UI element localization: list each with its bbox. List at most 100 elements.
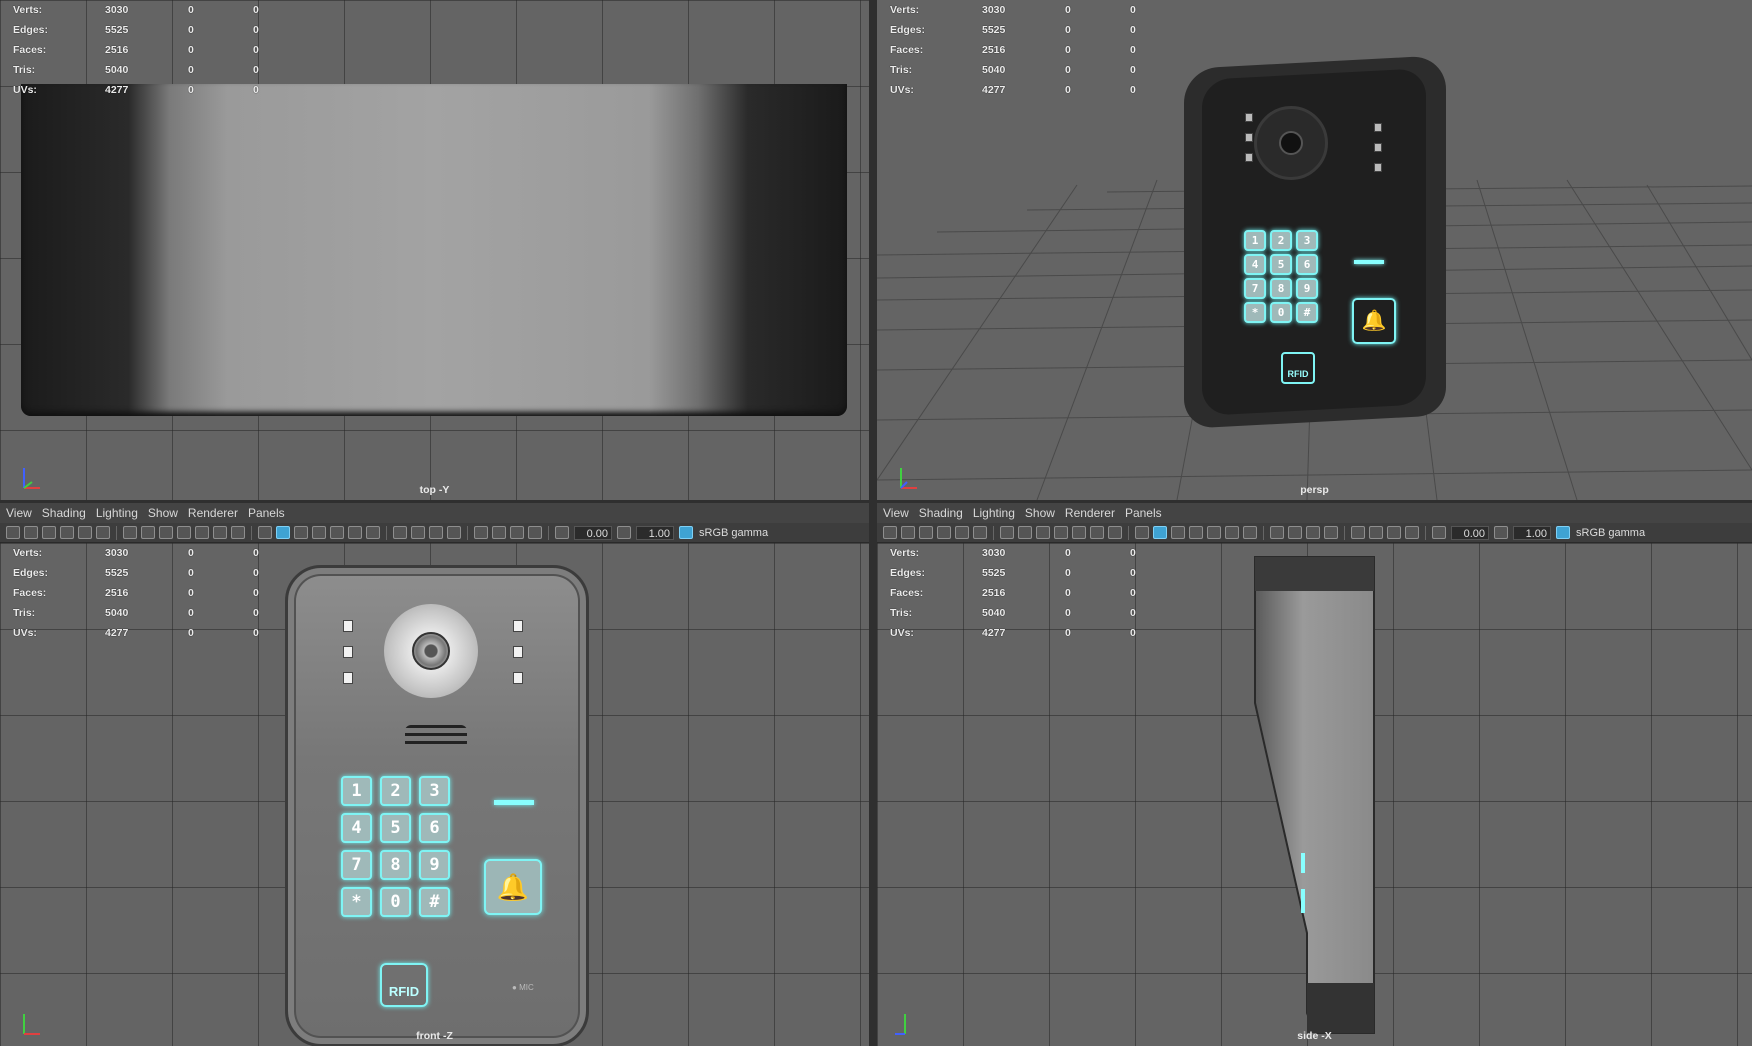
viewport-persp-canvas[interactable]: Verts: 3030 0 0 Edges: 5525 0 0 Faces: 2516 0 0 T… [877, 0, 1752, 500]
exposure-field[interactable]: 0.00 [574, 525, 612, 540]
film-gate-icon[interactable] [1018, 526, 1032, 539]
default-material-icon[interactable] [1171, 526, 1185, 539]
menu-renderer[interactable]: Renderer [188, 506, 248, 520]
keypad-key: 0 [1270, 302, 1292, 323]
menu-view[interactable]: View [6, 506, 42, 520]
ssao-icon[interactable] [1270, 526, 1284, 539]
xray-joints-icon[interactable] [1387, 526, 1401, 539]
panel-menubar: View Shading Lighting Show Renderer Pane… [0, 503, 869, 523]
field-chart-icon[interactable] [1072, 526, 1086, 539]
viewport-front-canvas[interactable]: Verts: 3030 0 0 Edges: 5525 0 0 Faces: 2516 0 0 T… [0, 543, 869, 1046]
gamma-field[interactable]: 1.00 [1513, 525, 1551, 540]
viewport-panel-top[interactable]: Verts: 3030 0 0 Edges: 5525 0 0 Faces: 2516 0 0 T… [0, 0, 869, 500]
smooth-shade-icon[interactable] [276, 526, 290, 539]
textured-icon[interactable] [330, 526, 344, 539]
dof-icon[interactable] [447, 526, 461, 539]
camera-icon[interactable] [6, 526, 20, 539]
gate-mask-icon[interactable] [177, 526, 191, 539]
model-front-view[interactable]: 1 2 3 4 5 6 7 8 9 * 0 # 🔔 RFID ● MIC [285, 565, 589, 1046]
colorspace-label[interactable]: sRGB gamma [699, 527, 768, 539]
model-persp-view[interactable]: 1 2 3 4 5 6 7 8 9 * 0 # 🔔 RFID [1184, 55, 1448, 429]
bookmark-icon[interactable] [919, 526, 933, 539]
field-chart-icon[interactable] [195, 526, 209, 539]
xray-components-icon[interactable] [528, 526, 542, 539]
camera-attr-icon[interactable] [901, 526, 915, 539]
pencil-icon[interactable] [96, 526, 110, 539]
smooth-shade-icon[interactable] [1153, 526, 1167, 539]
lights-icon[interactable] [348, 526, 362, 539]
camera-icon[interactable] [883, 526, 897, 539]
viewport-panel-persp[interactable]: Verts: 3030 0 0 Edges: 5525 0 0 Faces: 2516 0 0 T… [877, 0, 1752, 500]
grid-icon[interactable] [1000, 526, 1014, 539]
bookmark-icon[interactable] [42, 526, 56, 539]
xray-components-icon[interactable] [1405, 526, 1419, 539]
textured-icon[interactable] [1207, 526, 1221, 539]
ssao-icon[interactable] [393, 526, 407, 539]
menu-shading[interactable]: Shading [919, 506, 973, 520]
safe-action-icon[interactable] [1090, 526, 1104, 539]
xray-icon[interactable] [492, 526, 506, 539]
shadows-icon[interactable] [366, 526, 380, 539]
viewport-top-canvas[interactable]: Verts: 3030 0 0 Edges: 5525 0 0 Faces: 2516 0 0 T… [0, 0, 869, 500]
camera-attr-icon[interactable] [24, 526, 38, 539]
color-management-icon[interactable] [679, 526, 693, 539]
safe-action-icon[interactable] [213, 526, 227, 539]
menu-view[interactable]: View [883, 506, 919, 520]
wireframe-icon[interactable] [1135, 526, 1149, 539]
menu-lighting[interactable]: Lighting [96, 506, 148, 520]
film-gate-icon[interactable] [141, 526, 155, 539]
isolate-icon[interactable] [474, 526, 488, 539]
isolate-icon[interactable] [1351, 526, 1365, 539]
viewport-panel-front[interactable]: View Shading Lighting Show Renderer Pane… [0, 503, 869, 1046]
resolution-gate-icon[interactable] [159, 526, 173, 539]
aa-icon[interactable] [429, 526, 443, 539]
motion-blur-icon[interactable] [411, 526, 425, 539]
model-side-view[interactable] [877, 543, 1752, 1046]
default-material-icon[interactable] [294, 526, 308, 539]
viewport-panel-side[interactable]: View Shading Lighting Show Renderer Pane… [877, 503, 1752, 1046]
color-management-icon[interactable] [1556, 526, 1570, 539]
pencil-icon[interactable] [973, 526, 987, 539]
gate-mask-icon[interactable] [1054, 526, 1068, 539]
camera-lens-icon [412, 632, 450, 670]
menu-shading[interactable]: Shading [42, 506, 96, 520]
wireframe-on-shaded-icon[interactable] [312, 526, 326, 539]
gamma-field[interactable]: 1.00 [636, 525, 674, 540]
safe-title-icon[interactable] [231, 526, 245, 539]
exposure-icon[interactable] [1432, 526, 1446, 539]
exposure-icon[interactable] [555, 526, 569, 539]
gamma-icon[interactable] [1494, 526, 1508, 539]
grid-icon[interactable] [123, 526, 137, 539]
safe-title-icon[interactable] [1108, 526, 1122, 539]
motion-blur-icon[interactable] [1288, 526, 1302, 539]
xray-icon[interactable] [1369, 526, 1383, 539]
lights-icon[interactable] [1225, 526, 1239, 539]
exposure-field[interactable]: 0.00 [1451, 525, 1489, 540]
menu-panels[interactable]: Panels [1125, 506, 1172, 520]
menu-panels[interactable]: Panels [248, 506, 295, 520]
image-plane-icon[interactable] [78, 526, 92, 539]
shadows-icon[interactable] [1243, 526, 1257, 539]
resolution-gate-icon[interactable] [1036, 526, 1050, 539]
xray-joints-icon[interactable] [510, 526, 524, 539]
viewport-side-canvas[interactable]: Verts: 3030 0 0 Edges: 5525 0 0 Faces: 2516 0 0 T… [877, 543, 1752, 1046]
bookmark2-icon[interactable] [937, 526, 951, 539]
dof-icon[interactable] [1324, 526, 1338, 539]
panel-divider-vertical[interactable] [869, 0, 877, 1046]
menu-show[interactable]: Show [1025, 506, 1065, 520]
aa-icon[interactable] [1306, 526, 1320, 539]
gamma-icon[interactable] [617, 526, 631, 539]
wireframe-on-shaded-icon[interactable] [1189, 526, 1203, 539]
model-top-view[interactable] [21, 84, 847, 416]
menu-renderer[interactable]: Renderer [1065, 506, 1125, 520]
panel-divider-horizontal[interactable] [0, 500, 1752, 503]
menu-show[interactable]: Show [148, 506, 188, 520]
colorspace-label[interactable]: sRGB gamma [1576, 527, 1645, 539]
bookmark2-icon[interactable] [60, 526, 74, 539]
wireframe-icon[interactable] [258, 526, 272, 539]
keypad-key: # [419, 887, 450, 917]
menu-lighting[interactable]: Lighting [973, 506, 1025, 520]
keypad-key: 5 [380, 813, 411, 843]
keypad-key: 1 [1244, 230, 1266, 251]
image-plane-icon[interactable] [955, 526, 969, 539]
